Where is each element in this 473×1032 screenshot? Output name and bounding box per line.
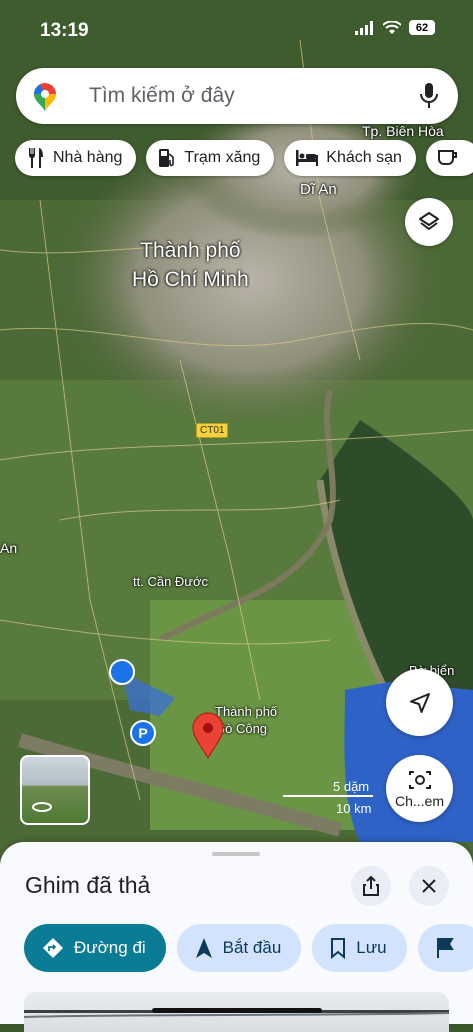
start-button[interactable]: Bắt đầu	[176, 924, 302, 972]
action-buttons: Đường đi Bắt đầu Lưu	[24, 924, 473, 972]
city-label-line1: Thành phố	[140, 239, 241, 262]
category-chips: Nhà hàng Trạm xăng Khách sạn	[15, 140, 473, 176]
street-view-thumbnail[interactable]	[20, 755, 90, 825]
chip-hotels[interactable]: Khách sạn	[284, 140, 416, 176]
scale-label-km: 10 km	[336, 801, 372, 816]
navigation-icon	[195, 938, 212, 958]
directions-icon	[43, 938, 63, 958]
home-indicator	[152, 1008, 322, 1013]
chip-cafes[interactable]	[425, 140, 473, 176]
layers-icon	[419, 212, 439, 230]
share-button[interactable]	[351, 866, 391, 906]
lens-label: Ch...em	[394, 792, 444, 809]
status-time: 13:19	[40, 20, 89, 41]
search-input[interactable]: Tìm kiếm ở đây	[89, 84, 235, 108]
scale-bar	[283, 795, 373, 797]
go-cong-line2: Gò Công	[215, 721, 268, 736]
chip-gas-stations[interactable]: Trạm xăng	[146, 140, 275, 176]
road-shield-ct01: CT01	[196, 423, 229, 438]
city-label-hcmc: Thành phố Hồ Chí Minh	[132, 236, 249, 294]
navigation-arrow-icon	[409, 692, 430, 713]
camera-lens-icon	[408, 770, 431, 789]
save-button[interactable]: Lưu	[312, 924, 407, 972]
coffee-icon	[437, 150, 457, 165]
my-location-button[interactable]	[386, 669, 453, 736]
flag-button[interactable]	[417, 924, 473, 972]
bookmark-icon	[331, 938, 346, 959]
street-view-rotate-icon	[32, 802, 52, 812]
label-go-cong: Thành phố Gò Công	[215, 703, 277, 737]
directions-label: Đường đi	[74, 938, 146, 957]
save-label: Lưu	[356, 938, 387, 957]
flag-icon	[436, 938, 454, 958]
fork-knife-icon	[28, 148, 43, 168]
share-icon	[363, 876, 379, 896]
chip-restaurants[interactable]: Nhà hàng	[15, 140, 137, 176]
chip-label: Trạm xăng	[184, 149, 261, 166]
layers-button[interactable]	[405, 198, 453, 246]
label-di-an: Dĩ An	[300, 181, 337, 198]
city-label-line2: Hồ Chí Minh	[132, 268, 249, 291]
search-bar[interactable]: Tìm kiếm ở đây	[16, 68, 458, 124]
mic-icon[interactable]	[420, 83, 438, 109]
close-button[interactable]	[409, 866, 449, 906]
lens-button[interactable]: Ch...em	[386, 755, 453, 822]
wifi-icon	[383, 20, 401, 34]
label-an: An	[0, 540, 18, 556]
scale-label-miles: 5 dặm	[333, 779, 370, 794]
directions-button[interactable]: Đường đi	[24, 924, 166, 972]
label-can-duoc: tt. Cần Đước	[133, 574, 209, 589]
bed-icon	[296, 150, 319, 166]
chip-label: Nhà hàng	[53, 149, 123, 166]
chip-label: Khách sạn	[326, 149, 402, 166]
signal-icon	[355, 20, 373, 35]
bottom-sheet[interactable]: Ghim đã thả Đường đi Bắt đầu Lưu	[0, 842, 473, 1032]
gas-station-icon	[159, 149, 175, 167]
sheet-drag-handle[interactable]	[212, 852, 260, 856]
battery-icon: 62	[409, 20, 435, 35]
close-icon	[422, 879, 436, 893]
start-label: Bắt đầu	[222, 938, 282, 957]
go-cong-line1: Thành phố	[215, 704, 278, 719]
sheet-title: Ghim đã thả	[25, 872, 151, 898]
status-icons: 62	[355, 20, 435, 35]
label-bien-hoa: Tp. Biên Hòa	[362, 123, 444, 139]
status-bar: 13:19 62	[0, 0, 473, 60]
maps-logo-icon	[34, 83, 56, 111]
